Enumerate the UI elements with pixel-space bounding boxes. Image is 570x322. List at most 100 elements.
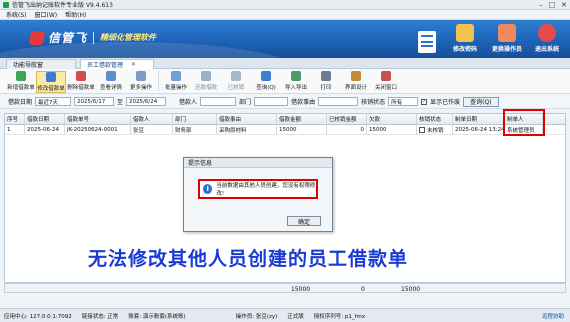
status-book: 账套: 演示账套(系统账) <box>128 313 186 320</box>
batch-actions-button[interactable]: 批量操作 <box>161 71 191 91</box>
row-status-checkbox[interactable] <box>419 126 425 133</box>
close-window-icon <box>381 71 391 81</box>
query-icon <box>261 71 271 81</box>
row-due: 15000 <box>367 125 417 134</box>
close-button[interactable]: ✕ <box>561 1 567 9</box>
app-icon <box>3 1 9 8</box>
borrower-input[interactable] <box>200 97 237 106</box>
add-loan-button[interactable]: 新增借款单 <box>6 71 36 91</box>
tab-navigation[interactable]: 功能导航窗 <box>6 59 76 69</box>
row-status: 未核销 <box>417 125 453 134</box>
design-icon <box>351 71 361 81</box>
date-range-select[interactable]: 最近7天 <box>35 97 72 106</box>
batch-icon <box>171 71 181 81</box>
remote-support-link[interactable]: 远程协助 <box>542 312 564 320</box>
status-edition: 正式版 <box>287 313 304 320</box>
delete-doc-icon <box>76 71 86 81</box>
row-amount: 15000 <box>277 125 327 134</box>
filter-bar: 借款日期 最近7天 2025/6/17 至 2025/6/24 借款人 部门 借… <box>0 95 570 109</box>
row-loan-no: JK-20250624-0001 <box>65 125 131 134</box>
header-cell[interactable]: 借款金额 <box>277 114 327 124</box>
more-icon <box>136 71 146 81</box>
table-footer: 15000 0 15000 <box>4 283 566 293</box>
exit-system-button[interactable]: 退出系统 <box>526 24 568 56</box>
maximize-button[interactable]: □ <box>549 1 556 9</box>
row-department: 财务部 <box>173 125 217 134</box>
menu-bar: 系统(S) 窗口(W) 帮助(H) <box>0 10 570 20</box>
switch-operator-button[interactable]: 更换操作员 <box>486 24 528 56</box>
date-to-input[interactable]: 2025/6/24 <box>126 97 167 106</box>
date-from-input[interactable]: 2025/6/17 <box>74 97 115 106</box>
view-detail-button[interactable]: 查看详情 <box>96 71 126 91</box>
show-void-checkbox[interactable]: ✓ <box>421 98 428 105</box>
dialog-title: 提示信息 <box>184 158 332 168</box>
header-cell[interactable]: 制单日期 <box>453 114 505 124</box>
footer-verified: 0 <box>361 286 365 293</box>
reason-label: 借款事由 <box>291 99 316 106</box>
edit-doc-icon <box>46 72 56 82</box>
title-bar: 信管飞出纳记账软件专业版 V9.4.613 – □ ✕ <box>0 0 570 10</box>
tab-employee-loan[interactable]: 员工借款管理 ✕ <box>80 59 154 69</box>
window-title: 信管飞出纳记账软件专业版 V9.4.613 <box>12 2 113 9</box>
header-cell[interactable]: 借款日期 <box>25 114 65 124</box>
tab-close-icon[interactable]: ✕ <box>131 61 136 68</box>
date-label: 借款日期 <box>8 99 33 106</box>
table-row[interactable]: 1 2025-06-24 JK-20250624-0001 张豆 财务部 采购原… <box>5 125 565 135</box>
status-bar: 应用中心: 127.0.0.1:7092 链接状态: 正常 账套: 演示账套(系… <box>0 308 570 322</box>
row-created-at: 2025-06-24 13:24 <box>455 125 505 134</box>
ui-design-button[interactable]: 界面设计 <box>341 71 371 91</box>
logo-slogan: 精细化管理软件 <box>100 33 157 42</box>
dialog-message-box: i 当前数据由其他人员创建，您没有权限修改! <box>198 179 318 199</box>
close-window-button[interactable]: 关闭窗口 <box>371 71 401 91</box>
key-icon <box>456 24 474 42</box>
header-cell[interactable]: 借款事由 <box>217 114 277 124</box>
dialog-ok-button[interactable]: 确定 <box>287 216 321 226</box>
status-license: 授权序列号: p1_fmx <box>313 313 366 320</box>
footer-due: 15000 <box>401 286 421 293</box>
repay-button[interactable]: 还款借款 <box>191 71 221 91</box>
row-reason: 采购原材料 <box>217 125 277 134</box>
row-borrower: 张豆 <box>131 125 173 134</box>
row-verified: 0 <box>327 125 367 134</box>
header-cell[interactable]: 已核销金额 <box>327 114 367 124</box>
header-cell[interactable]: 借款单号 <box>65 114 131 124</box>
header-cell[interactable]: 借款人 <box>131 114 173 124</box>
row-index: 1 <box>5 125 25 134</box>
exit-icon <box>538 24 556 42</box>
header-cell[interactable]: 核销状态 <box>417 114 453 124</box>
verified-button[interactable]: 已核销 <box>221 71 251 91</box>
menu-help[interactable]: 帮助(H) <box>65 10 86 19</box>
header-cell[interactable]: 欠款 <box>367 114 417 124</box>
logo: 信管飞 精细化管理软件 <box>28 29 157 46</box>
more-actions-button[interactable]: 更多操作 <box>126 71 156 91</box>
table-header: 序号 借款日期 借款单号 借款人 部门 借款事由 借款金额 已核销金额 欠款 核… <box>5 114 565 125</box>
query-button[interactable]: 查询(Q) <box>463 96 499 107</box>
message-dialog: 提示信息 i 当前数据由其他人员创建，您没有权限修改! 确定 <box>183 157 333 232</box>
document-icon <box>418 31 436 53</box>
user-switch-icon <box>498 24 516 42</box>
logo-text: 信管飞 <box>48 31 88 45</box>
status-label: 核销状态 <box>361 99 386 106</box>
print-button[interactable]: 打印 <box>311 71 341 91</box>
banner: 信管飞 精细化管理软件 修改密码 更换操作员 退出系统 <box>0 20 570 58</box>
toolbar-query-button[interactable]: 查询(Q) <box>251 71 281 91</box>
creator-highlight-box <box>503 109 545 136</box>
menu-system[interactable]: 系统(S) <box>6 10 27 19</box>
delete-loan-button[interactable]: 删除借款单 <box>66 71 96 91</box>
to-label: 至 <box>117 99 124 106</box>
caption: 无法修改其他人员创建的员工借款单 <box>88 248 409 270</box>
header-cell[interactable]: 序号 <box>5 114 25 124</box>
reason-input[interactable] <box>318 97 359 106</box>
status-select[interactable]: 所有 <box>388 97 419 106</box>
department-label: 部门 <box>239 99 252 106</box>
minimize-button[interactable]: – <box>539 1 543 9</box>
menu-window[interactable]: 窗口(W) <box>35 10 58 19</box>
department-input[interactable] <box>254 97 289 106</box>
tab-strip: 功能导航窗 员工借款管理 ✕ <box>0 58 570 69</box>
edit-loan-button[interactable]: 修改借款单 <box>36 71 66 93</box>
header-cell[interactable]: 部门 <box>173 114 217 124</box>
import-export-button[interactable]: 导入导出 <box>281 71 311 91</box>
borrower-label: 借款人 <box>179 99 198 106</box>
change-password-button[interactable]: 修改密码 <box>444 24 486 56</box>
show-void-label: 显示已作废 <box>430 99 461 106</box>
